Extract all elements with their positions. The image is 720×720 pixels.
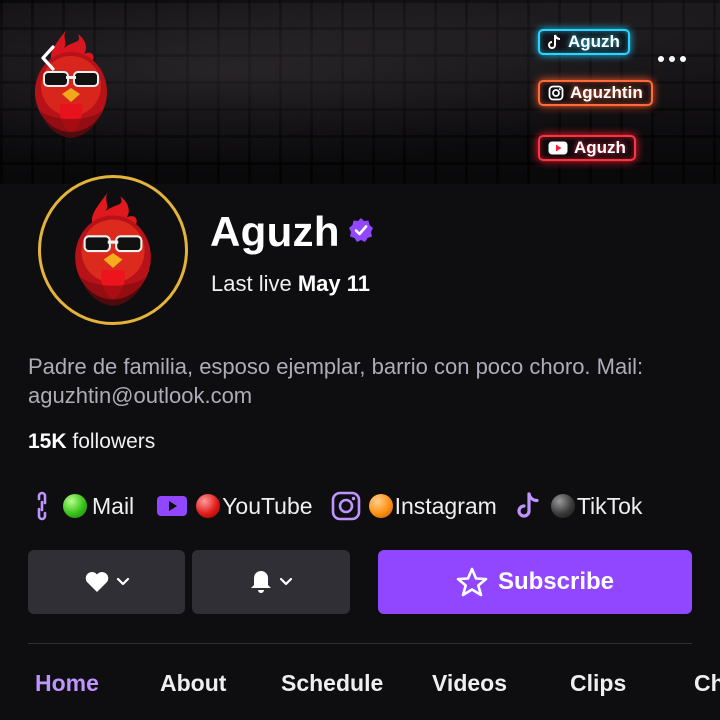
- banner-instagram-label: Aguzhtin: [570, 83, 643, 102]
- link-tiktok-label: TikTok: [576, 492, 643, 519]
- last-live-text: Last live May 11: [211, 271, 370, 297]
- link-instagram-label: Instagram: [394, 492, 497, 519]
- subscribe-button[interactable]: Subscribe: [378, 550, 692, 614]
- bell-icon: [251, 571, 271, 593]
- notifications-button[interactable]: [192, 550, 350, 614]
- banner-tiktok-tag: Aguzh: [538, 29, 630, 55]
- chevron-down-icon: [279, 577, 293, 586]
- tiktok-icon: [517, 492, 541, 520]
- heart-icon: [85, 572, 108, 592]
- tab-about[interactable]: About: [160, 670, 226, 697]
- tab-clips[interactable]: Clips: [570, 670, 626, 697]
- social-links: Mail YouTube Instagram TikTok: [28, 486, 642, 526]
- banner-tiktok-label: Aguzh: [568, 32, 620, 51]
- avatar[interactable]: [38, 175, 188, 325]
- banner-youtube-label: Aguzh: [574, 138, 626, 157]
- verified-badge-icon: [349, 218, 373, 242]
- link-youtube-label: YouTube: [222, 492, 313, 519]
- channel-bio: Padre de familia, esposo ejemplar, barri…: [28, 354, 644, 408]
- link-mail-label: Mail: [92, 492, 135, 519]
- tab-home[interactable]: Home: [35, 670, 99, 697]
- black-circle-emoji: [550, 494, 575, 518]
- star-icon: [456, 567, 488, 597]
- banner-youtube-tag: Aguzh: [538, 135, 636, 161]
- orange-circle-emoji: [368, 494, 393, 518]
- link-icon: [28, 491, 56, 521]
- link-tiktok[interactable]: TikTok: [517, 492, 643, 520]
- instagram-icon: [548, 85, 564, 101]
- chevron-down-icon: [116, 577, 129, 586]
- link-youtube[interactable]: YouTube: [156, 492, 313, 520]
- divider: [28, 643, 692, 644]
- link-instagram[interactable]: Instagram: [331, 491, 497, 521]
- channel-tabs: Home About Schedule Videos Clips Chat: [0, 670, 720, 710]
- last-live-prefix: Last live: [211, 271, 292, 296]
- subscribe-label: Subscribe: [497, 568, 615, 595]
- chevron-left-icon: [41, 45, 55, 71]
- youtube-icon: [548, 141, 568, 155]
- back-button[interactable]: [30, 40, 66, 76]
- more-dot: [669, 56, 675, 62]
- channel-name: Aguzh: [210, 208, 340, 255]
- more-options-button[interactable]: [646, 44, 698, 74]
- followers-count: 15K followers: [28, 430, 155, 454]
- last-live-date: May 11: [297, 271, 371, 296]
- green-circle-emoji: [63, 494, 87, 518]
- tab-videos[interactable]: Videos: [432, 670, 507, 697]
- instagram-icon: [331, 491, 361, 521]
- red-circle-emoji: [196, 494, 221, 518]
- youtube-icon: [156, 494, 188, 518]
- tiktok-icon: [548, 34, 561, 49]
- tab-chat[interactable]: Chat: [694, 670, 720, 697]
- more-dot: [658, 56, 664, 62]
- link-mail[interactable]: Mail: [28, 491, 134, 521]
- tab-schedule[interactable]: Schedule: [281, 670, 383, 697]
- more-dot: [680, 56, 686, 62]
- follow-button[interactable]: [28, 550, 185, 614]
- followers-label: followers: [72, 430, 156, 453]
- followers-number: 15K: [28, 430, 67, 453]
- rooster-avatar-image: [75, 192, 151, 306]
- banner-instagram-tag: Aguzhtin: [538, 80, 653, 106]
